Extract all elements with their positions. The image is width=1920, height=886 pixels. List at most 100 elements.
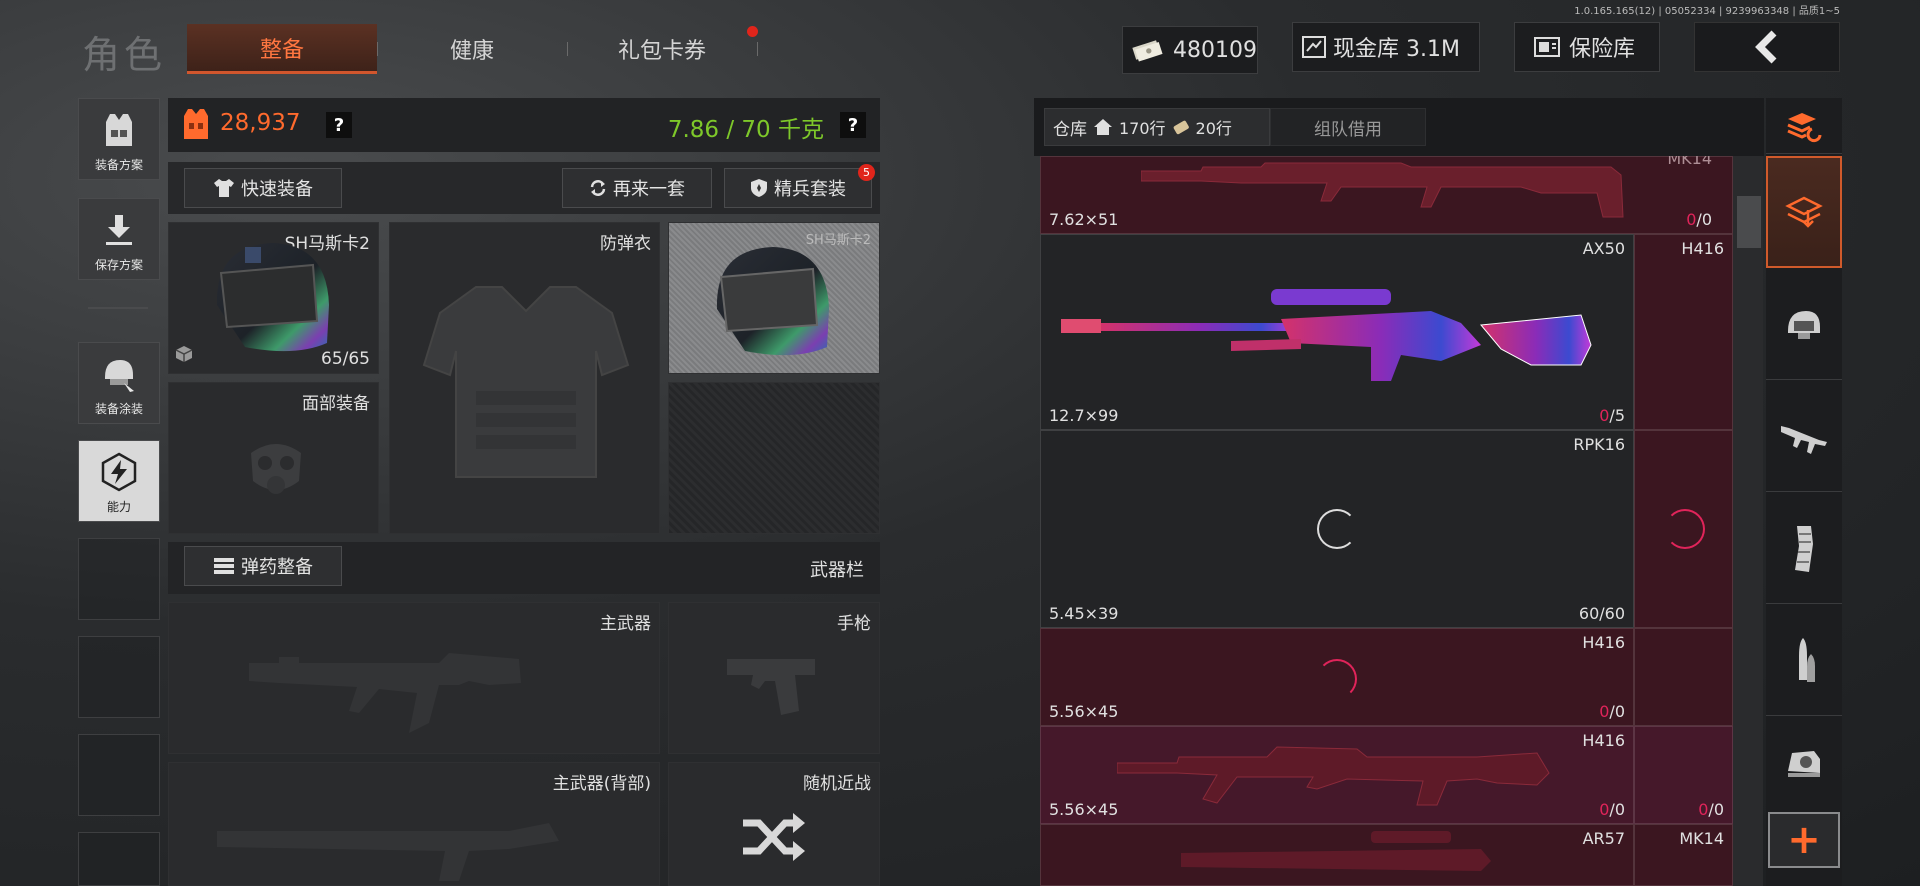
tab-divider xyxy=(757,42,758,56)
item-caliber: 5.56×45 xyxy=(1049,800,1119,819)
stack-down-icon xyxy=(1785,196,1823,228)
warehouse-item[interactable]: RPK16 5.45×39 60/60 xyxy=(1040,430,1634,628)
primary-weapon-back-label: 主武器(背部) xyxy=(552,774,651,794)
elite-set-button[interactable]: 精兵套装 xyxy=(724,168,872,208)
item-caliber: 7.62×51 xyxy=(1049,210,1119,229)
elite-set-badge: 5 xyxy=(858,164,875,181)
warehouse-item[interactable] xyxy=(1634,430,1733,628)
ability-button[interactable]: 能力 xyxy=(78,440,160,522)
action-row: 快速装备 再来一套 精兵套装 5 xyxy=(168,162,880,214)
rifle-icon xyxy=(1781,425,1827,454)
stats-bar: 28,937 ? 7.86 / 70 千克 ? xyxy=(168,98,880,152)
primary-weapon-back-slot[interactable]: 主武器(背部) xyxy=(168,762,660,886)
notification-dot xyxy=(747,26,758,37)
primary-weapon-slot[interactable]: 主武器 xyxy=(168,602,660,754)
warehouse-item[interactable]: MK14 7.62×51 0/0 xyxy=(1040,156,1733,234)
warehouse-item[interactable]: AR57 xyxy=(1040,824,1634,886)
safe-button[interactable]: 保险库 xyxy=(1514,22,1660,72)
primary-weapon-label: 主武器 xyxy=(600,614,651,634)
equipment-paint-button[interactable]: 装备涂装 xyxy=(78,342,160,424)
ammo-equip-label: 弹药整备 xyxy=(241,557,313,578)
item-name: H416 xyxy=(1681,239,1724,258)
magazine-icon xyxy=(1795,525,1813,572)
ammo-equip-button[interactable]: 弹药整备 xyxy=(184,546,342,586)
category-weapon[interactable] xyxy=(1766,382,1842,492)
sidebar-item-label: 能力 xyxy=(106,500,131,514)
cash-vault-button[interactable]: 现金库 3.1M xyxy=(1292,22,1480,72)
category-magazine[interactable] xyxy=(1766,494,1842,604)
cash-display[interactable]: 480109 xyxy=(1122,26,1258,74)
sort-refresh-button[interactable] xyxy=(1766,98,1842,154)
quick-equip-button[interactable]: 快速装备 xyxy=(184,168,342,208)
armor-help-button[interactable]: ? xyxy=(326,112,352,138)
bullet-icon xyxy=(1799,637,1815,682)
empty-equipment-slot xyxy=(668,382,880,534)
category-helmet[interactable] xyxy=(1766,270,1842,380)
item-name: RPK16 xyxy=(1573,435,1625,454)
weight-help-button[interactable]: ? xyxy=(840,112,866,138)
back-button[interactable] xyxy=(1694,22,1840,72)
reroll-button[interactable]: 再来一套 xyxy=(562,168,712,208)
elite-set-label: 精兵套装 xyxy=(774,179,846,200)
warehouse-item[interactable]: H416 xyxy=(1634,234,1733,430)
pistol-icon xyxy=(727,659,815,715)
rifle-icon xyxy=(217,823,559,881)
sniper-rifle-icon xyxy=(1061,289,1592,381)
face-gear-slot[interactable]: 面部装备 xyxy=(168,382,379,534)
body-armor-label: 防弹衣 xyxy=(600,234,651,254)
tab-equip[interactable]: 整备 xyxy=(187,24,377,74)
item-name: MK14 xyxy=(1667,156,1712,168)
warehouse-item[interactable]: 0/0 xyxy=(1634,726,1733,824)
helmet-slot[interactable]: SH马斯卡2 65/65 xyxy=(168,222,379,374)
pistol-slot[interactable]: 手枪 xyxy=(668,602,880,754)
sidebar-item-label: 装备涂装 xyxy=(94,402,143,416)
reroll-label: 再来一套 xyxy=(613,179,685,200)
warehouse-item[interactable]: AX50 12.7×99 0/5 xyxy=(1040,234,1634,430)
body-armor-slot[interactable]: 防弹衣 xyxy=(389,222,660,534)
warehouse-item[interactable]: H416 5.56×45 0/0 xyxy=(1040,628,1634,726)
weight-value: 7.86 / 70 千克 xyxy=(667,117,824,143)
item-amount: 0/5 xyxy=(1599,406,1625,425)
face-gear-label: 面部装备 xyxy=(302,394,370,414)
add-button[interactable]: + xyxy=(1768,812,1840,868)
ammo-box-icon xyxy=(1173,120,1189,135)
tab-team-borrow[interactable]: 组队借用 xyxy=(1270,108,1426,146)
item-name: AX50 xyxy=(1582,239,1625,258)
version-text: 1.0.165.165(12) | 05052334 | 9239963348 … xyxy=(1574,6,1840,17)
category-attachment[interactable] xyxy=(1766,718,1842,808)
pistol-label: 手枪 xyxy=(837,614,871,634)
warehouse-scrollbar[interactable] xyxy=(1733,156,1763,886)
home-icon xyxy=(1094,119,1112,135)
refresh-icon xyxy=(590,180,606,196)
stack-refresh-icon xyxy=(1787,112,1822,142)
warehouse-item[interactable]: H416 5.56×45 0/0 xyxy=(1040,726,1634,824)
rifle-icon xyxy=(249,653,521,733)
quick-equip-label: 快速装备 xyxy=(241,179,313,200)
category-all[interactable] xyxy=(1766,156,1842,268)
warehouse-item[interactable]: MK14 xyxy=(1634,824,1733,886)
body-armor-icon xyxy=(422,286,630,478)
warehouse-item[interactable] xyxy=(1634,628,1733,726)
loadout-plan-button[interactable]: 装备方案 xyxy=(78,98,160,180)
item-caliber: 12.7×99 xyxy=(1049,406,1119,425)
category-ammo[interactable] xyxy=(1766,606,1842,716)
scrollbar-thumb[interactable] xyxy=(1737,196,1761,248)
warehouse-grid: MK14 7.62×51 0/0 AX50 12.7×99 0/5 H416 R… xyxy=(1040,156,1733,886)
scope-icon xyxy=(1788,751,1820,777)
helmet-durability: 65/65 xyxy=(321,349,370,369)
helmet-icon xyxy=(1788,310,1820,339)
safe-icon xyxy=(1534,37,1560,57)
helmet-preview-slot[interactable]: SH马斯卡2 xyxy=(668,222,880,374)
tab-warehouse[interactable]: 仓库 170行 20行 xyxy=(1044,108,1270,146)
melee-slot[interactable]: 随机近战 xyxy=(668,762,880,886)
item-name: H416 xyxy=(1582,731,1625,750)
helmet-paint-icon xyxy=(99,354,139,394)
download-icon xyxy=(99,210,139,250)
tab-gift-cards[interactable]: 礼包卡券 xyxy=(567,24,757,74)
save-plan-button[interactable]: 保存方案 xyxy=(78,198,160,280)
weapon-section-header: 弹药整备 武器栏 xyxy=(168,542,880,594)
tab-health[interactable]: 健康 xyxy=(377,24,567,74)
rifle-icon xyxy=(1141,162,1624,218)
sidebar-item-label: 装备方案 xyxy=(94,158,143,172)
item-amount: 0/0 xyxy=(1698,800,1724,819)
